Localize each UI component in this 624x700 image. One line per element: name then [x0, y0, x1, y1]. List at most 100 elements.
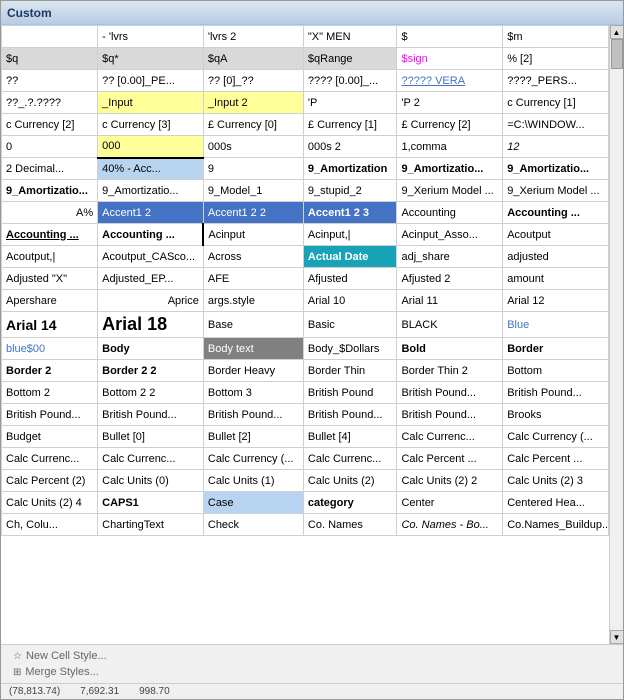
table-cell[interactable]: British Pound... [397, 404, 503, 426]
table-cell[interactable]: Arial 14 [2, 312, 98, 338]
table-cell[interactable]: Bullet [4] [303, 426, 397, 448]
table-cell[interactable]: Centered Hea... [503, 492, 609, 514]
table-cell[interactable]: adjusted [503, 246, 609, 268]
table-cell[interactable]: Border Thin 2 [397, 360, 503, 382]
table-cell[interactable]: c Currency [2] [2, 114, 98, 136]
table-cell[interactable]: British Pound... [303, 404, 397, 426]
table-cell[interactable] [2, 26, 98, 48]
table-cell[interactable]: blue$00 [2, 338, 98, 360]
table-cell[interactable]: Co. Names - Bo... [397, 514, 503, 536]
table-cell[interactable]: Calc Units (0) [98, 470, 204, 492]
new-cell-style-button[interactable]: ☆ New Cell Style... [9, 648, 615, 664]
table-cell[interactable]: Acinput,| [303, 224, 397, 246]
table-cell[interactable]: Accent1 2 2 [203, 202, 303, 224]
table-cell[interactable]: 000s 2 [303, 136, 397, 158]
table-cell[interactable]: British Pound... [203, 404, 303, 426]
table-cell[interactable]: ?? [2, 70, 98, 92]
table-cell[interactable]: 9_Xerium Model ... [503, 180, 609, 202]
table-cell[interactable]: £ Currency [2] [397, 114, 503, 136]
table-cell[interactable]: Apershare [2, 290, 98, 312]
table-cell[interactable]: British Pound... [397, 382, 503, 404]
table-cell[interactable]: _Input 2 [203, 92, 303, 114]
table-cell[interactable]: Aprice [98, 290, 204, 312]
table-cell[interactable]: Calc Units (2) [303, 470, 397, 492]
table-cell[interactable]: Acinput_Asso... [397, 224, 503, 246]
table-cell[interactable]: 1,comma [397, 136, 503, 158]
table-cell[interactable]: $q [2, 48, 98, 70]
table-cell[interactable]: Afjusted 2 [397, 268, 503, 290]
table-cell[interactable]: Body text [203, 338, 303, 360]
table-cell[interactable]: Calc Units (2) 2 [397, 470, 503, 492]
table-cell[interactable]: Acoutput,| [2, 246, 98, 268]
table-cell[interactable]: BLACK [397, 312, 503, 338]
table-cell[interactable]: 2 Decimal... [2, 158, 98, 180]
table-cell[interactable]: Accounting ... [503, 202, 609, 224]
table-cell[interactable]: Base [203, 312, 303, 338]
table-cell[interactable]: 9_Xerium Model ... [397, 180, 503, 202]
table-cell[interactable]: ?? [0]_?? [203, 70, 303, 92]
table-cell[interactable]: Bullet [0] [98, 426, 204, 448]
table-cell[interactable]: 0 [2, 136, 98, 158]
table-cell[interactable]: 'P [303, 92, 397, 114]
table-cell[interactable]: $sign [397, 48, 503, 70]
table-cell[interactable]: Brooks [503, 404, 609, 426]
table-cell[interactable]: args.style [203, 290, 303, 312]
table-cell[interactable]: ???? [0.00]_... [303, 70, 397, 92]
table-cell[interactable]: ????_PERS... [503, 70, 609, 92]
table-cell[interactable]: c Currency [3] [98, 114, 204, 136]
table-cell[interactable]: Bullet [2] [203, 426, 303, 448]
table-cell[interactable]: Calc Percent ... [397, 448, 503, 470]
table-cell[interactable]: Arial 12 [503, 290, 609, 312]
table-cell[interactable]: 'P 2 [397, 92, 503, 114]
table-cell[interactable]: Actual Date [303, 246, 397, 268]
table-cell[interactable]: $qA [203, 48, 303, 70]
table-cell[interactable]: Border Thin [303, 360, 397, 382]
table-cell[interactable]: =C:\WINDOW... [503, 114, 609, 136]
table-cell[interactable]: $m [503, 26, 609, 48]
table-cell[interactable]: Afjusted [303, 268, 397, 290]
table-cell[interactable]: $ [397, 26, 503, 48]
table-cell[interactable]: Calc Units (2) 4 [2, 492, 98, 514]
table-cell[interactable]: $qRange [303, 48, 397, 70]
table-cell[interactable]: Arial 10 [303, 290, 397, 312]
merge-styles-button[interactable]: ⊞ Merge Styles... [9, 664, 615, 680]
table-cell[interactable]: % [2] [503, 48, 609, 70]
table-cell[interactable]: Accounting ... [2, 224, 98, 246]
table-cell[interactable]: Check [203, 514, 303, 536]
table-cell[interactable]: 'lvrs 2 [203, 26, 303, 48]
scroll-thumb[interactable] [611, 39, 623, 69]
table-cell[interactable]: Ch, Colu... [2, 514, 98, 536]
table-cell[interactable]: Across [203, 246, 303, 268]
table-cell[interactable]: Border 2 2 [98, 360, 204, 382]
table-cell[interactable]: British Pound... [98, 404, 204, 426]
table-cell[interactable]: 000 [98, 136, 204, 158]
table-cell[interactable]: £ Currency [0] [203, 114, 303, 136]
table-cell[interactable]: British Pound [303, 382, 397, 404]
table-cell[interactable]: 9 [203, 158, 303, 180]
table-cell[interactable]: 40% - Acc... [98, 158, 204, 180]
table-cell[interactable]: Border [503, 338, 609, 360]
table-cell[interactable]: Accounting ... [98, 224, 204, 246]
table-cell[interactable]: Body_$Dollars [303, 338, 397, 360]
table-cell[interactable]: category [303, 492, 397, 514]
table-cell[interactable]: Calc Percent (2) [2, 470, 98, 492]
table-cell[interactable]: 9_Amortization [303, 158, 397, 180]
table-cell[interactable]: 9_Amortizatio... [98, 180, 204, 202]
table-cell[interactable]: 000s [203, 136, 303, 158]
scrollbar[interactable]: ▲ ▼ [609, 25, 623, 644]
table-cell[interactable]: Co.Names_Buildup... [503, 514, 609, 536]
table-cell[interactable]: Accent1 2 [98, 202, 204, 224]
table-cell[interactable]: 9_Amortizatio... [2, 180, 98, 202]
table-cell[interactable]: Bottom 3 [203, 382, 303, 404]
table-cell[interactable]: 9_stupid_2 [303, 180, 397, 202]
table-cell[interactable]: Adjusted_EP... [98, 268, 204, 290]
table-cell[interactable]: Bottom [503, 360, 609, 382]
table-cell[interactable]: Body [98, 338, 204, 360]
table-cell[interactable]: Bottom 2 [2, 382, 98, 404]
table-cell[interactable]: CAPS1 [98, 492, 204, 514]
table-cell[interactable]: Budget [2, 426, 98, 448]
table-cell[interactable]: Accent1 2 3 [303, 202, 397, 224]
scroll-down-arrow[interactable]: ▼ [610, 630, 624, 644]
table-cell[interactable]: Bottom 2 2 [98, 382, 204, 404]
table-cell[interactable]: Acinput [203, 224, 303, 246]
